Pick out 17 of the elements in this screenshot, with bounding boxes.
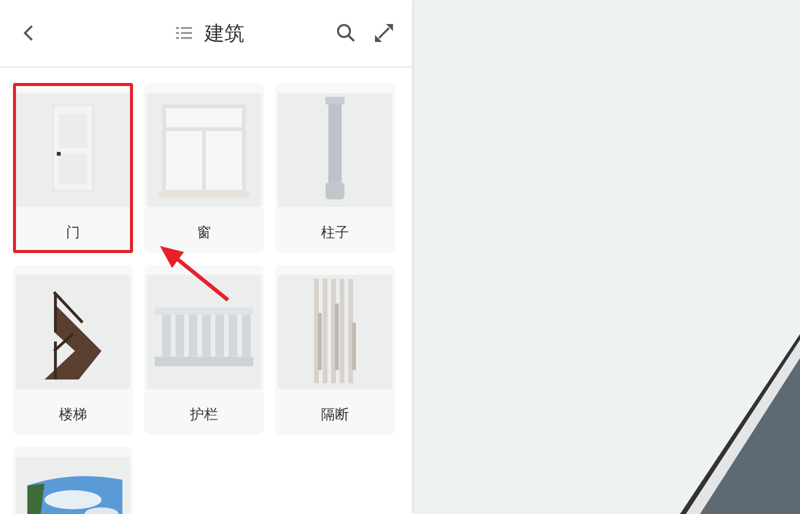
back-icon [22,24,34,42]
search-icon [336,23,356,43]
item-label: 柱子 [321,224,349,242]
item-label: 护栏 [190,406,218,424]
item-label: 门 [66,224,80,242]
list-icon [176,26,192,40]
item-label: 窗 [197,224,211,242]
item-label: 楼梯 [59,406,87,424]
catalog-item[interactable]: 窗 [144,83,264,253]
panel-title: 建筑 [204,20,244,46]
catalog-item[interactable]: 隔断 [275,265,395,435]
expand-icon [374,23,394,43]
catalog-item[interactable]: 护栏 [144,265,264,435]
catalog-item[interactable]: 楼梯 [13,265,133,435]
item-label: 隔断 [321,406,349,424]
catalog-item[interactable]: 门 [13,83,133,253]
catalog-item[interactable]: 柱子 [275,83,395,253]
